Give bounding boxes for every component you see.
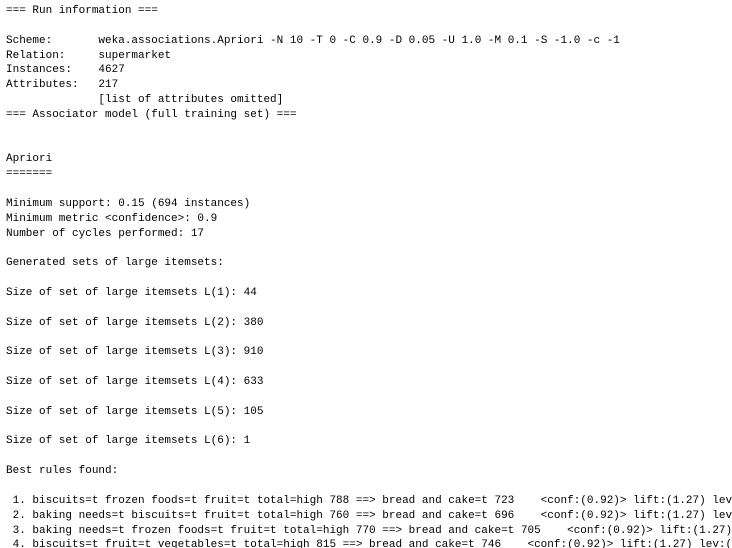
min-support: Minimum support: 0.15 (694 instances): [6, 198, 250, 210]
scheme-label: Scheme:: [6, 35, 52, 47]
output-pane: === Run information === Scheme: weka.ass…: [0, 0, 732, 548]
rule-line: 4. biscuits=t fruit=t vegetables=t total…: [6, 539, 732, 548]
itemset-l2: Size of set of large itemsets L(2): 380: [6, 317, 263, 329]
run-info-header: === Run information ===: [6, 5, 158, 17]
generated-header: Generated sets of large itemsets:: [6, 257, 224, 269]
itemset-l1: Size of set of large itemsets L(1): 44: [6, 287, 257, 299]
itemset-l3: Size of set of large itemsets L(3): 910: [6, 346, 263, 358]
rule-line: 3. baking needs=t frozen foods=t fruit=t…: [6, 525, 732, 537]
num-cycles: Number of cycles performed: 17: [6, 228, 204, 240]
min-metric: Minimum metric <confidence>: 0.9: [6, 213, 217, 225]
model-header: === Associator model (full training set)…: [6, 109, 296, 121]
itemset-l4: Size of set of large itemsets L(4): 633: [6, 376, 263, 388]
instances-value: 4627: [72, 64, 125, 76]
scheme-value: weka.associations.Apriori -N 10 -T 0 -C …: [52, 35, 620, 47]
algo-name: Apriori: [6, 153, 52, 165]
rule-line: 2. baking needs=t biscuits=t fruit=t tot…: [6, 510, 732, 522]
attributes-note: [list of attributes omitted]: [6, 94, 283, 106]
itemset-l6: Size of set of large itemsets L(6): 1: [6, 435, 250, 447]
relation-value: supermarket: [65, 50, 171, 62]
rule-line: 1. biscuits=t frozen foods=t fruit=t tot…: [6, 495, 732, 507]
relation-label: Relation:: [6, 50, 65, 62]
best-rules-header: Best rules found:: [6, 465, 118, 477]
itemset-l5: Size of set of large itemsets L(5): 105: [6, 406, 263, 418]
algo-sep: =======: [6, 168, 52, 180]
instances-label: Instances:: [6, 64, 72, 76]
attributes-value: 217: [79, 79, 119, 91]
attributes-label: Attributes:: [6, 79, 79, 91]
